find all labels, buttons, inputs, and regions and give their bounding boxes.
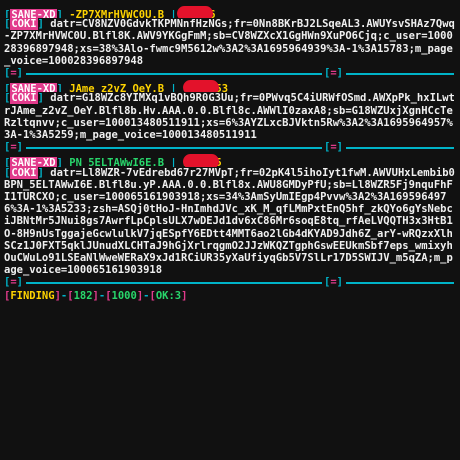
coki-label: COKI (10, 166, 38, 179)
status-found-count: 182 (73, 289, 93, 302)
account-header: [SANE-XD] JAme_z2vZ_OeY.B | 053 (4, 80, 456, 93)
cookie-block: [COKI] datr=Ll8WZR-7vEdrebd67r27MVpT;fr=… (4, 166, 455, 277)
separator: [=] [=] (4, 141, 456, 153)
redaction-mark (177, 6, 214, 19)
cookie-text: datr=G18WZc8YIMXq1vBQh9R0G3Uu;fr=0PWvq5C… (4, 92, 455, 141)
account-uid: PN_5ELTAWwI6E.B (69, 157, 165, 167)
cookie-block: [COKI] datr=CV8NZV0GdvkTKPMNnfHzNGs;fr=0… (4, 18, 455, 67)
status-total-count: 1000 (111, 289, 137, 302)
account-uid: -ZP7XMrHVWC0U.B (69, 9, 165, 19)
separator: [=] [=] (4, 67, 456, 79)
account-uid: JAme_z2vZ_OeY.B (69, 83, 165, 93)
account-header: [SANE-XD] PN_5ELTAWwI6E.B | 55 (4, 154, 456, 167)
cookie-text: datr=CV8NZV0GdvkTKPMNnfHzNGs;fr=0Nn8BKrB… (4, 18, 455, 67)
status-label: FINDING (10, 289, 55, 302)
redaction-mark (183, 154, 220, 167)
coki-label: COKI (10, 92, 38, 105)
tool-tag: SANE-XD (10, 9, 57, 19)
status-line: [FINDING]-[182]-[1000]-[OK:3] (4, 289, 188, 302)
redaction-mark (183, 80, 220, 93)
separator: [=] [=] (4, 276, 456, 288)
coki-label: COKI (10, 18, 38, 31)
cookie-block: [COKI] datr=G18WZc8YIMXq1vBQh9R0G3Uu;fr=… (4, 92, 455, 141)
terminal-window: [SANE-XD] -ZP7XMrHVWC0U.B | 6 [COKI] dat… (0, 0, 460, 460)
account-header: [SANE-XD] -ZP7XMrHVWC0U.B | 6 (4, 6, 456, 19)
tool-tag: SANE-XD (10, 83, 57, 93)
cookie-text: datr=Ll8WZR-7vEdrebd67r27MVpT;fr=02pK4l5… (4, 166, 455, 277)
tool-tag: SANE-XD (10, 157, 57, 167)
status-ok-count: OK:3 (155, 289, 182, 302)
